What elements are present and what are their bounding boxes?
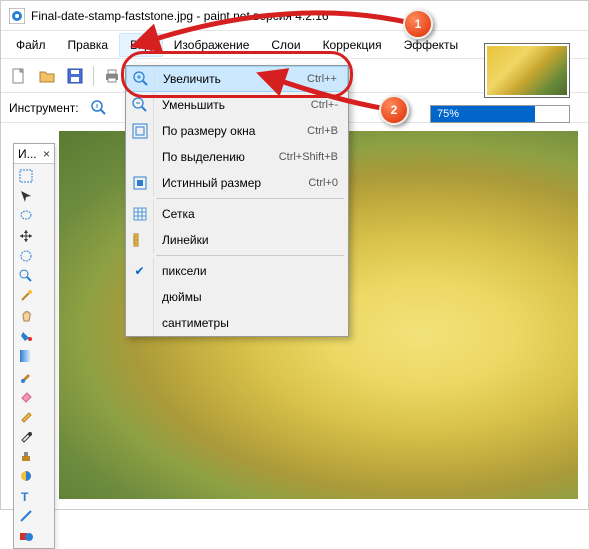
blank-icon: [126, 284, 154, 310]
callout-1: 1: [403, 9, 433, 39]
zoom-in-icon: [127, 67, 155, 91]
tools-panel: И... × T: [13, 143, 55, 549]
preview-image: [487, 46, 567, 95]
menu-item-shortcut: Ctrl+B: [307, 125, 348, 137]
tools-panel-header[interactable]: И... ×: [14, 144, 54, 164]
menu-fit-window[interactable]: По размеру окна Ctrl+B: [126, 118, 348, 144]
menu-item-label: Линейки: [154, 233, 348, 247]
menu-rulers[interactable]: Линейки: [126, 227, 348, 253]
tool-move-selection[interactable]: [17, 227, 35, 245]
tool-recolor[interactable]: [17, 467, 35, 485]
save-button[interactable]: [63, 64, 87, 88]
tool-zoom[interactable]: [17, 267, 35, 285]
menu-actual-size[interactable]: Истинный размер Ctrl+0: [126, 170, 348, 196]
tool-eraser[interactable]: [17, 387, 35, 405]
zoom-out-icon: [126, 92, 154, 118]
tool-text[interactable]: T: [17, 487, 35, 505]
menu-item-label: Истинный размер: [154, 176, 308, 190]
instrument-label: Инструмент:: [9, 101, 79, 115]
fit-icon: [126, 118, 154, 144]
tool-bucket[interactable]: [17, 327, 35, 345]
tool-lasso[interactable]: [17, 207, 35, 225]
open-file-button[interactable]: [35, 64, 59, 88]
rulers-icon: [126, 227, 154, 253]
blank-icon: [126, 310, 154, 336]
tool-shapes[interactable]: [17, 527, 35, 545]
grid-icon: [126, 201, 154, 227]
current-tool-icon[interactable]: [87, 96, 111, 120]
menu-item-label: По размеру окна: [154, 124, 307, 138]
app-icon: [9, 8, 25, 24]
separator: [93, 66, 94, 86]
svg-text:T: T: [21, 490, 29, 503]
callout-2: 2: [379, 95, 409, 125]
blank-icon: [126, 144, 154, 170]
new-file-button[interactable]: [7, 64, 31, 88]
tool-brush[interactable]: [17, 367, 35, 385]
menu-edit[interactable]: Правка: [57, 33, 120, 57]
tool-grid: T: [14, 164, 54, 548]
tool-rect-select[interactable]: [17, 167, 35, 185]
menu-item-label: сантиметры: [154, 316, 348, 330]
check-icon: ✔: [126, 258, 154, 284]
menu-item-label: дюймы: [154, 290, 348, 304]
menu-centimeters[interactable]: сантиметры: [126, 310, 348, 336]
print-button[interactable]: [100, 64, 124, 88]
annotation-arrow-1: [141, 1, 421, 51]
tool-picker[interactable]: [17, 427, 35, 445]
menu-item-label: По выделению: [154, 150, 279, 164]
menu-item-label: Сетка: [154, 207, 348, 221]
actual-icon: [126, 170, 154, 196]
tool-ellipse-select[interactable]: [17, 247, 35, 265]
menu-grid[interactable]: Сетка: [126, 201, 348, 227]
menu-inches[interactable]: дюймы: [126, 284, 348, 310]
menu-separator: [156, 198, 344, 199]
preview-thumbnail[interactable]: [484, 43, 570, 98]
tool-gradient[interactable]: [17, 347, 35, 365]
tools-title: И...: [18, 147, 37, 161]
close-icon[interactable]: ×: [43, 147, 50, 161]
tool-pan[interactable]: [17, 307, 35, 325]
menu-item-shortcut: Ctrl+Shift+B: [279, 151, 348, 163]
tool-magic-wand[interactable]: [17, 287, 35, 305]
menu-item-shortcut: Ctrl+0: [308, 177, 348, 189]
progress-text: 75%: [431, 108, 459, 120]
menu-separator: [156, 255, 344, 256]
menu-item-label: пиксели: [154, 264, 348, 278]
menu-file[interactable]: Файл: [5, 33, 57, 57]
tool-clone[interactable]: [17, 447, 35, 465]
menu-fit-selection[interactable]: По выделению Ctrl+Shift+B: [126, 144, 348, 170]
tool-move[interactable]: [17, 187, 35, 205]
tool-pencil[interactable]: [17, 407, 35, 425]
zoom-progress[interactable]: 75%: [430, 105, 570, 123]
menu-pixels[interactable]: ✔ пиксели: [126, 258, 348, 284]
